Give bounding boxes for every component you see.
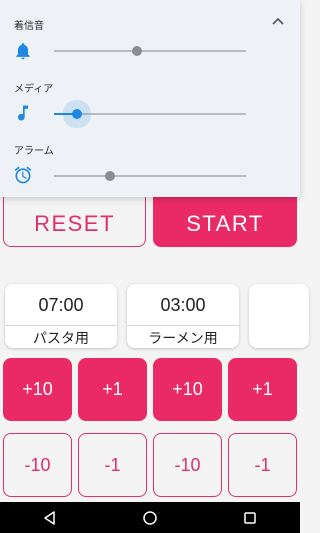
media-slider-thumb[interactable]	[72, 109, 83, 119]
subtract-10-seconds-button[interactable]: -10	[153, 433, 222, 497]
volume-panel: 着信音 メディア アラーム	[0, 0, 300, 197]
preset-divider	[5, 325, 117, 326]
decrement-label: -1	[254, 454, 271, 475]
subtract-1-minute-button[interactable]: -1	[78, 433, 147, 497]
alarm-slider-thumb[interactable]	[104, 171, 115, 181]
increment-label: +10	[172, 379, 203, 399]
ringtone-label: 着信音	[14, 21, 44, 32]
music-note-icon[interactable]	[12, 102, 34, 124]
ringtone-slider-thumb[interactable]	[131, 46, 142, 56]
start-button-label: START	[186, 210, 264, 236]
increment-label: +10	[22, 379, 53, 399]
preset-name: ラーメン用	[148, 331, 218, 347]
increment-label: +1	[252, 379, 273, 399]
add-10-minutes-button[interactable]: +10	[3, 358, 72, 421]
add-10-seconds-button[interactable]: +10	[153, 358, 222, 421]
preset-card-pasta[interactable]: 07:00 パスタ用	[5, 284, 117, 348]
media-volume-slider[interactable]	[54, 109, 246, 119]
preset-time: 07:00	[38, 295, 84, 315]
media-label: メディア	[14, 84, 54, 95]
subtract-1-second-button[interactable]: -1	[228, 433, 297, 497]
home-icon[interactable]	[130, 502, 170, 533]
decrement-label: -10	[174, 454, 201, 475]
reset-button-label: RESET	[34, 210, 115, 236]
add-1-minute-button[interactable]: +1	[78, 358, 147, 421]
subtract-10-minutes-button[interactable]: -10	[3, 433, 72, 497]
add-1-second-button[interactable]: +1	[228, 358, 297, 421]
recents-icon[interactable]	[230, 502, 270, 533]
preset-card-ramen[interactable]: 03:00 ラーメン用	[127, 284, 239, 348]
increment-label: +1	[102, 379, 123, 399]
ringtone-volume-slider[interactable]	[54, 46, 246, 56]
preset-card-partial[interactable]	[249, 284, 309, 348]
preset-divider	[127, 325, 239, 326]
navigation-bar	[0, 502, 300, 533]
decrement-label: -10	[24, 454, 51, 475]
alarm-label: アラーム	[14, 146, 54, 157]
alarm-volume-slider[interactable]	[54, 171, 246, 181]
preset-name: パスタ用	[33, 331, 89, 347]
preset-time: 03:00	[160, 295, 206, 315]
decrement-label: -1	[104, 454, 121, 475]
alarm-clock-icon[interactable]	[12, 164, 34, 186]
bell-icon[interactable]	[12, 40, 34, 62]
chevron-up-icon[interactable]	[270, 14, 286, 30]
back-icon[interactable]	[30, 502, 70, 533]
